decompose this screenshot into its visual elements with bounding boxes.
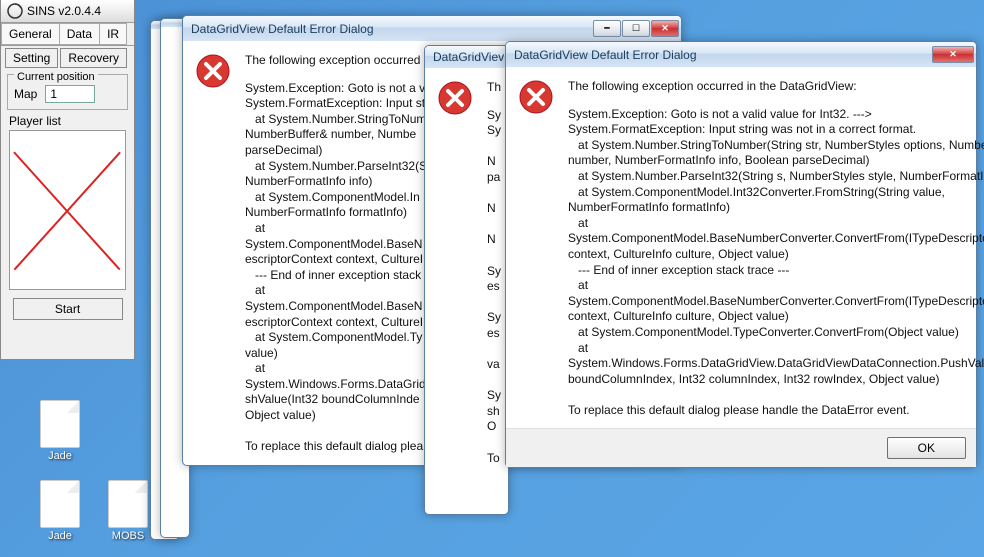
player-list[interactable]	[9, 130, 126, 290]
error-stacktrace: System.Exception: Goto is not a valid va…	[568, 107, 984, 419]
minimize-button[interactable]: ━	[593, 20, 621, 37]
error-dialog-mid2: DataGridViev Th Sy Sy N pa N N Sy es Sy …	[424, 45, 509, 515]
file-icon	[40, 400, 80, 448]
tab-row: General Data IR	[1, 23, 134, 46]
dialog-title: DataGridViev	[433, 50, 506, 64]
icon-label: MOBS	[98, 530, 158, 542]
dialog-title: DataGridView Default Error Dialog	[191, 22, 593, 36]
dialog-titlebar[interactable]: DataGridView Default Error Dialog ✕	[506, 42, 976, 67]
ok-button[interactable]: OK	[887, 437, 966, 459]
app-icon	[7, 3, 23, 19]
file-icon	[40, 480, 80, 528]
error-stacktrace: System.Exception: Goto is not a va Syste…	[245, 81, 432, 455]
desktop-icon-jade2[interactable]: Jade	[30, 480, 90, 542]
tab-data[interactable]: Data	[59, 23, 100, 45]
dialog-title: DataGridView Default Error Dialog	[514, 48, 932, 62]
recovery-button[interactable]: Recovery	[60, 48, 127, 68]
error-icon	[437, 80, 473, 116]
tab-general[interactable]: General	[1, 23, 60, 45]
maximize-button[interactable]: ☐	[622, 20, 650, 37]
error-intro-text: Th	[487, 80, 501, 96]
file-icon	[108, 480, 148, 528]
start-button[interactable]: Start	[13, 298, 123, 320]
current-position-label: Current position	[14, 71, 98, 83]
desktop-icon-jade1[interactable]: Jade	[30, 400, 90, 462]
icon-label: Jade	[30, 450, 90, 462]
error-icon	[195, 53, 231, 89]
error-intro-text: The following exception occurred in the …	[568, 79, 984, 95]
dialog-titlebar[interactable]: DataGridViev	[425, 46, 508, 68]
map-label: Map	[14, 87, 37, 101]
error-intro-text: The following exception occurred	[245, 53, 432, 69]
close-button[interactable]: ✕	[651, 20, 679, 37]
map-input[interactable]	[45, 85, 95, 103]
titlebar[interactable]: SINS v2.0.4.4	[1, 0, 134, 23]
setting-button[interactable]: Setting	[5, 48, 58, 68]
player-list-label: Player list	[9, 114, 126, 128]
sins-app-window: SINS v2.0.4.4 General Data IR Setting Re…	[0, 0, 135, 360]
app-title: SINS v2.0.4.4	[27, 4, 101, 18]
tab-ir[interactable]: IR	[99, 23, 127, 45]
invalid-control-icon	[11, 132, 124, 288]
close-button[interactable]: ✕	[932, 46, 974, 63]
error-stacktrace: Sy Sy N pa N N Sy es Sy es va Sy sh O To	[487, 108, 501, 467]
desktop-icon-mobs[interactable]: MOBS	[98, 480, 158, 542]
current-position-group: Current position Map	[7, 74, 128, 110]
error-dialog-front: DataGridView Default Error Dialog ✕ The …	[505, 41, 977, 468]
icon-label: Jade	[30, 530, 90, 542]
error-icon	[518, 79, 554, 115]
dialog-titlebar[interactable]: DataGridView Default Error Dialog ━ ☐ ✕	[183, 16, 681, 41]
